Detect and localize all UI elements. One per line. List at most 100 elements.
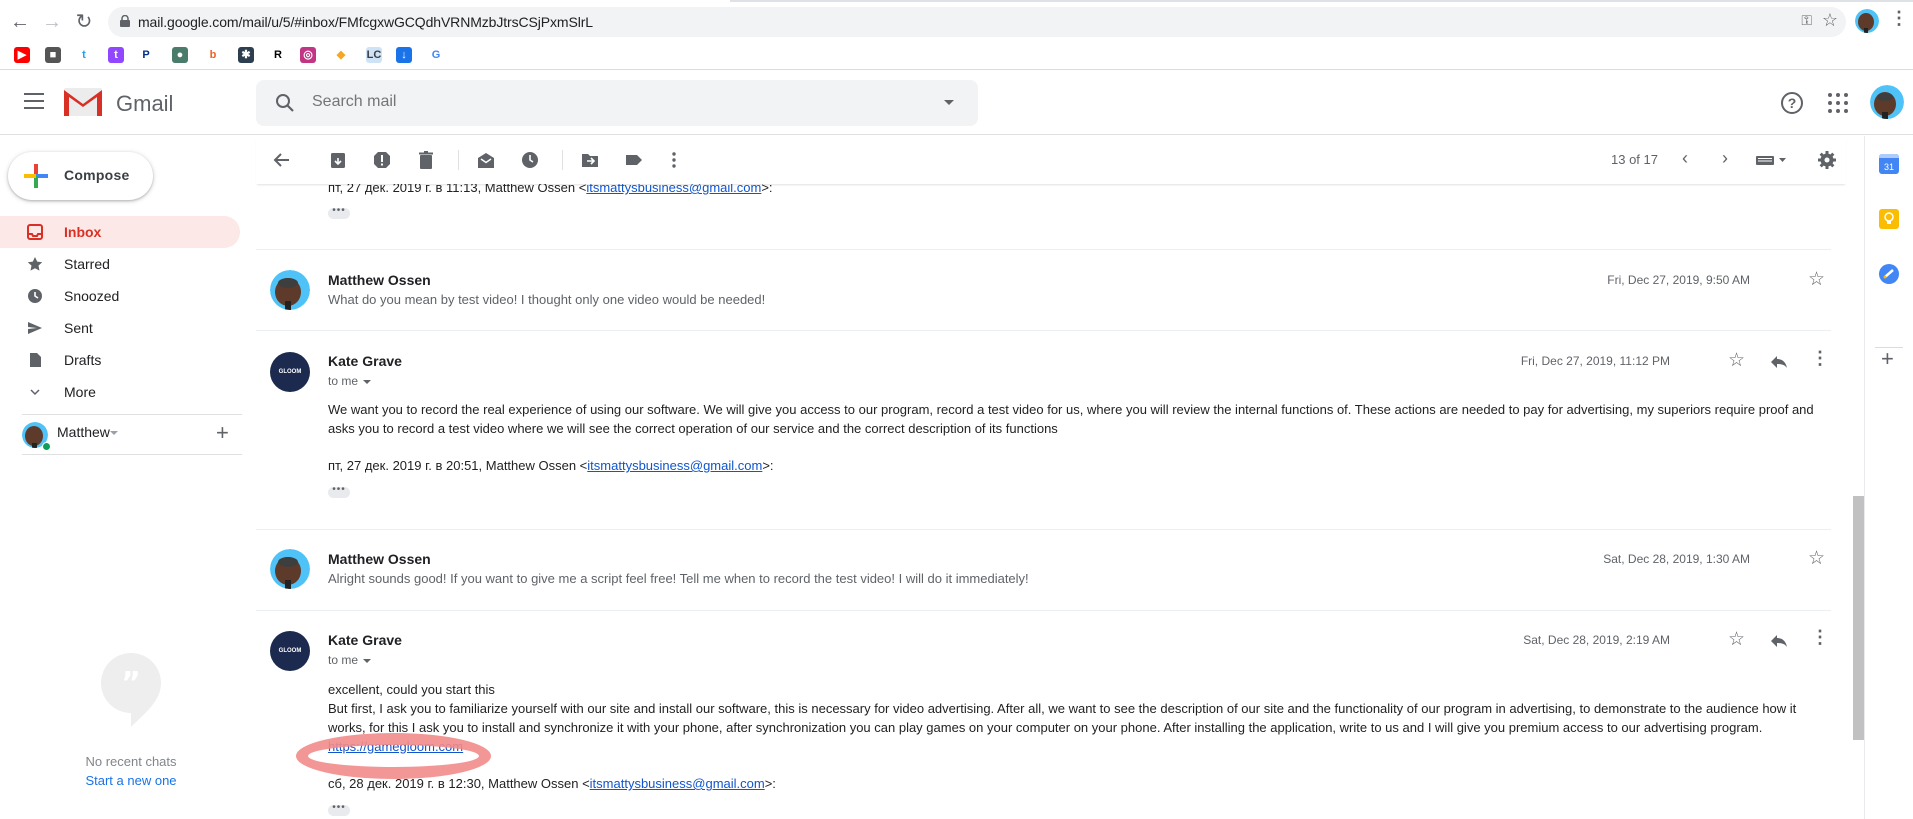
sidebar-item-snoozed[interactable]: Snoozed [0,280,240,312]
bookmark-bitly-icon[interactable]: b [205,47,221,63]
reload-icon[interactable]: ↻ [72,10,96,34]
star-icon[interactable]: ☆ [1728,628,1745,651]
bookmark-roblox-icon[interactable]: ■ [45,47,61,63]
sidebar-item-sent[interactable]: Sent [0,312,240,344]
sidebar: Compose Inbox Starred Snoozed Sent Draft… [0,136,250,819]
sidebar-item-starred[interactable]: Starred [0,248,240,280]
snooze-icon[interactable] [520,150,540,170]
browser-menu-icon[interactable]: ⋮ [1890,8,1908,29]
search-options-icon[interactable] [944,100,954,105]
caret-down-icon[interactable] [110,431,118,435]
older-chevron-icon[interactable]: › [1722,148,1728,169]
message-date: Fri, Dec 27, 2019, 9:50 AM [1607,273,1750,287]
settings-gear-icon[interactable] [1817,150,1837,170]
bookmark-bot-app-icon[interactable]: ✱ [238,47,254,63]
no-chats-panel: ” No recent chats Start a new one [0,653,262,788]
url-text[interactable]: mail.google.com/mail/u/5/#inbox/FMfcgxwG… [138,14,593,30]
main-menu-icon[interactable] [24,93,44,109]
bookmark-r-app-icon[interactable]: R [270,47,286,63]
email-link[interactable]: itsmattysbusiness@gmail.com [590,776,765,791]
report-spam-icon[interactable] [372,150,392,170]
quote-header: сб, 28 дек. 2019 г. в 12:30, Matthew Oss… [328,776,776,791]
toolbar-divider [458,150,459,170]
forward-arrow-icon[interactable]: → [40,10,64,34]
bookmark-discord-bot-icon[interactable]: ● [172,47,188,63]
archive-icon[interactable] [328,150,348,170]
bookmark-download-icon[interactable]: ↓ [396,47,412,63]
gmail-header: Gmail ? [0,71,1913,135]
sender-name: Matthew Ossen [328,272,431,288]
message-toolbar: 13 of 17 ‹ › [256,136,1846,184]
calendar-icon[interactable]: 31 [1879,154,1899,174]
bookmark-instagram-icon[interactable]: ◎ [300,47,316,63]
back-arrow-icon[interactable]: ← [8,10,32,34]
message-body: We want you to record the real experienc… [328,402,1814,436]
show-trimmed-content-button[interactable]: ••• [328,485,350,498]
hangouts-user-name[interactable]: Matthew [57,424,110,440]
search-icon[interactable] [274,92,296,114]
search-input[interactable] [312,93,912,111]
scrollbar-thumb[interactable] [1853,496,1864,740]
inbox-icon [27,224,43,240]
input-tools-icon[interactable] [1754,150,1790,170]
search-bar[interactable] [256,80,978,126]
reply-icon[interactable] [1769,631,1789,651]
message-divider [256,330,1831,331]
reply-icon[interactable] [1769,352,1789,372]
bookmark-lc-icon[interactable]: LC [366,47,382,63]
sidebar-item-inbox[interactable]: Inbox [0,216,240,248]
bookmark-star-icon[interactable]: ☆ [1822,10,1838,31]
mark-unread-icon[interactable] [476,150,496,170]
gmail-wordmark[interactable]: Gmail [116,91,173,117]
delete-icon[interactable] [416,150,436,170]
newer-chevron-icon[interactable]: ‹ [1682,148,1688,169]
online-status-dot [42,442,51,451]
gmail-logo-icon[interactable] [64,88,102,116]
bookmark-kiwi-icon[interactable]: ◆ [333,47,349,63]
add-chat-icon[interactable]: + [216,420,229,446]
sender-avatar [270,549,310,589]
key-icon[interactable]: ⚿ [1801,12,1812,29]
keep-icon[interactable] [1879,209,1899,229]
toolbar-divider [562,150,563,170]
more-options-icon[interactable] [664,150,684,170]
recipients-dropdown[interactable]: to me [328,653,372,667]
message-snippet: Alright sounds good! If you want to give… [328,571,1029,586]
sidebar-item-drafts[interactable]: Drafts [0,344,240,376]
hangouts-user[interactable]: Matthew + [22,414,242,454]
profile-avatar[interactable] [1855,9,1879,33]
star-icon[interactable]: ☆ [1728,349,1745,372]
bookmark-youtube-icon[interactable]: ▶ [14,47,30,63]
star-icon[interactable]: ☆ [1808,547,1825,570]
conversation-thread: пт, 27 дек. 2019 г. в 11:13, Matthew Oss… [256,184,1846,819]
bookmark-twitter-icon[interactable]: t [76,47,92,63]
label-icon[interactable] [624,150,644,170]
start-new-chat-link[interactable]: Start a new one [0,773,262,788]
no-recent-chats-text: No recent chats [85,754,177,769]
email-link[interactable]: itsmattysbusiness@gmail.com [587,458,762,473]
more-options-icon[interactable]: ⋮ [1811,348,1829,369]
bookmark-google-icon[interactable]: G [428,47,444,63]
back-to-inbox-icon[interactable] [272,150,292,170]
recipients-dropdown[interactable]: to me [328,374,372,388]
bookmark-paypal-icon[interactable]: P [138,47,154,63]
show-trimmed-content-button[interactable]: ••• [328,803,350,816]
svg-text:”: ” [121,666,141,701]
star-icon[interactable]: ☆ [1808,268,1825,291]
account-avatar[interactable] [1870,85,1904,119]
google-apps-icon[interactable] [1828,93,1848,113]
email-link[interactable]: itsmattysbusiness@gmail.com [586,184,761,195]
show-trimmed-content-button[interactable]: ••• [328,206,350,219]
red-annotation-circle [296,733,491,779]
get-addons-plus-icon[interactable]: + [1881,346,1894,372]
compose-button[interactable]: Compose [8,152,153,200]
more-options-icon[interactable]: ⋮ [1811,627,1829,648]
sidebar-item-more[interactable]: More [0,376,240,408]
bookmark-twitch-icon[interactable]: t [108,47,124,63]
tasks-icon[interactable] [1879,264,1899,284]
sender-name: Kate Grave [328,353,402,369]
move-to-icon[interactable] [580,150,600,170]
help-icon[interactable]: ? [1781,92,1803,114]
lock-icon [120,15,130,27]
url-bar[interactable]: mail.google.com/mail/u/5/#inbox/FMfcgxwG… [108,7,1846,37]
